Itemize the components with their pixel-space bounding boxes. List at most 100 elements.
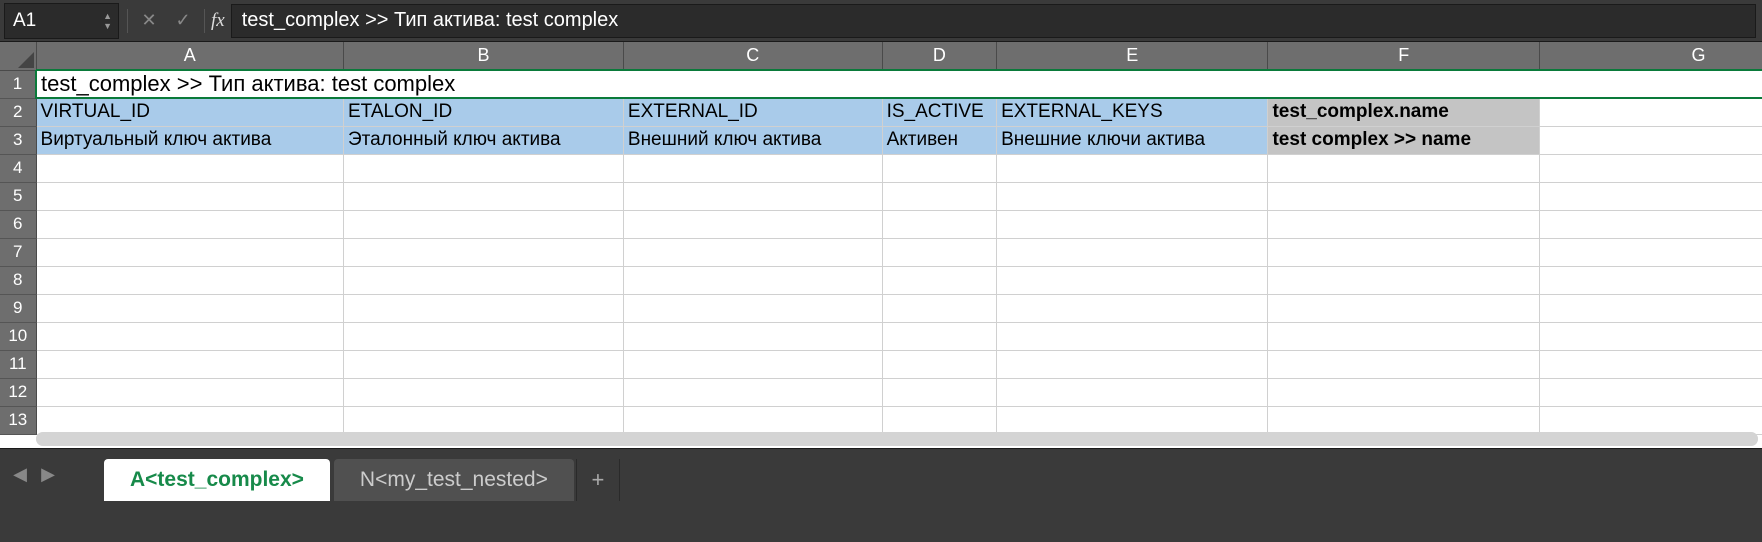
cell[interactable]: [997, 406, 1268, 434]
column-header[interactable]: B: [344, 42, 624, 70]
cell[interactable]: [344, 406, 624, 434]
cell[interactable]: Активен: [882, 126, 997, 154]
cell[interactable]: [36, 322, 343, 350]
cell[interactable]: [882, 210, 997, 238]
cell[interactable]: [36, 154, 343, 182]
tab-next-button[interactable]: ▶: [34, 464, 62, 485]
column-header[interactable]: E: [997, 42, 1268, 70]
cell[interactable]: [344, 154, 624, 182]
cell[interactable]: [623, 210, 882, 238]
cell[interactable]: [623, 350, 882, 378]
sheet-tab-inactive[interactable]: N<my_test_nested>: [334, 459, 574, 501]
cell[interactable]: [997, 238, 1268, 266]
cell[interactable]: [882, 154, 997, 182]
cell[interactable]: [36, 294, 343, 322]
row-header[interactable]: 9: [0, 294, 36, 322]
select-all-corner[interactable]: [0, 42, 36, 70]
fx-label[interactable]: fx: [211, 10, 225, 32]
cell[interactable]: [344, 350, 624, 378]
column-header[interactable]: D: [882, 42, 997, 70]
cell[interactable]: [997, 182, 1268, 210]
row-header[interactable]: 13: [0, 406, 36, 434]
cell[interactable]: [882, 406, 997, 434]
row-header[interactable]: 3: [0, 126, 36, 154]
cell[interactable]: [1539, 154, 1762, 182]
cell[interactable]: Внешний ключ актива: [623, 126, 882, 154]
cell[interactable]: [1539, 126, 1762, 154]
row-header[interactable]: 8: [0, 266, 36, 294]
scrollbar-thumb[interactable]: [36, 432, 1758, 446]
add-sheet-button[interactable]: +: [576, 459, 620, 501]
cell[interactable]: [36, 406, 343, 434]
cell[interactable]: [882, 238, 997, 266]
cell[interactable]: [36, 182, 343, 210]
cell[interactable]: [1268, 350, 1539, 378]
cell[interactable]: [882, 378, 997, 406]
cell[interactable]: test_complex.name: [1268, 98, 1539, 126]
cell[interactable]: [623, 322, 882, 350]
cell[interactable]: [1539, 406, 1762, 434]
cell[interactable]: [623, 378, 882, 406]
cell[interactable]: [344, 378, 624, 406]
cell[interactable]: [344, 238, 624, 266]
accept-formula-button[interactable]: ✓: [166, 0, 200, 41]
row-header[interactable]: 5: [0, 182, 36, 210]
cell[interactable]: [1268, 238, 1539, 266]
row-header[interactable]: 1: [0, 70, 36, 98]
cell[interactable]: [997, 322, 1268, 350]
cell[interactable]: [1539, 266, 1762, 294]
cell[interactable]: [997, 266, 1268, 294]
cell[interactable]: IS_ACTIVE: [882, 98, 997, 126]
cell[interactable]: Внешние ключи актива: [997, 126, 1268, 154]
cell[interactable]: VIRTUAL_ID: [36, 98, 343, 126]
cell[interactable]: [997, 294, 1268, 322]
cell[interactable]: [1268, 182, 1539, 210]
cell[interactable]: [36, 378, 343, 406]
name-box[interactable]: A1 ▲ ▼: [4, 3, 119, 39]
cell[interactable]: [623, 182, 882, 210]
name-box-stepper[interactable]: ▲ ▼: [103, 12, 112, 30]
row-header[interactable]: 12: [0, 378, 36, 406]
column-header[interactable]: G: [1539, 42, 1762, 70]
cell[interactable]: EXTERNAL_KEYS: [997, 98, 1268, 126]
sheet-tab-active[interactable]: A<test_complex>: [104, 459, 330, 501]
cell[interactable]: [1268, 154, 1539, 182]
cell[interactable]: [1539, 182, 1762, 210]
cell[interactable]: [623, 294, 882, 322]
row-header[interactable]: 11: [0, 350, 36, 378]
cell[interactable]: [623, 406, 882, 434]
cell[interactable]: [344, 322, 624, 350]
column-header[interactable]: C: [623, 42, 882, 70]
cell[interactable]: [1539, 294, 1762, 322]
cell[interactable]: [1268, 266, 1539, 294]
cell[interactable]: [1539, 238, 1762, 266]
cell[interactable]: [882, 294, 997, 322]
cell[interactable]: [882, 182, 997, 210]
cell[interactable]: [997, 350, 1268, 378]
cell[interactable]: [344, 294, 624, 322]
cell[interactable]: [1539, 378, 1762, 406]
cell[interactable]: [882, 266, 997, 294]
cell[interactable]: [997, 378, 1268, 406]
cell[interactable]: [623, 266, 882, 294]
cell[interactable]: EXTERNAL_ID: [623, 98, 882, 126]
cell[interactable]: [1268, 210, 1539, 238]
cell[interactable]: [1539, 210, 1762, 238]
row-header[interactable]: 2: [0, 98, 36, 126]
cell[interactable]: [882, 322, 997, 350]
cell[interactable]: [1539, 322, 1762, 350]
row-header[interactable]: 6: [0, 210, 36, 238]
cell[interactable]: [344, 266, 624, 294]
cell[interactable]: [882, 350, 997, 378]
cell[interactable]: [1539, 98, 1762, 126]
cell[interactable]: Виртуальный ключ актива: [36, 126, 343, 154]
cell[interactable]: [36, 210, 343, 238]
cell[interactable]: [1268, 294, 1539, 322]
cell[interactable]: [1268, 378, 1539, 406]
cell[interactable]: [36, 238, 343, 266]
cell[interactable]: ETALON_ID: [344, 98, 624, 126]
cell[interactable]: [623, 154, 882, 182]
cell[interactable]: test complex >> name: [1268, 126, 1539, 154]
row-header[interactable]: 10: [0, 322, 36, 350]
cancel-formula-button[interactable]: ✕: [132, 0, 166, 41]
